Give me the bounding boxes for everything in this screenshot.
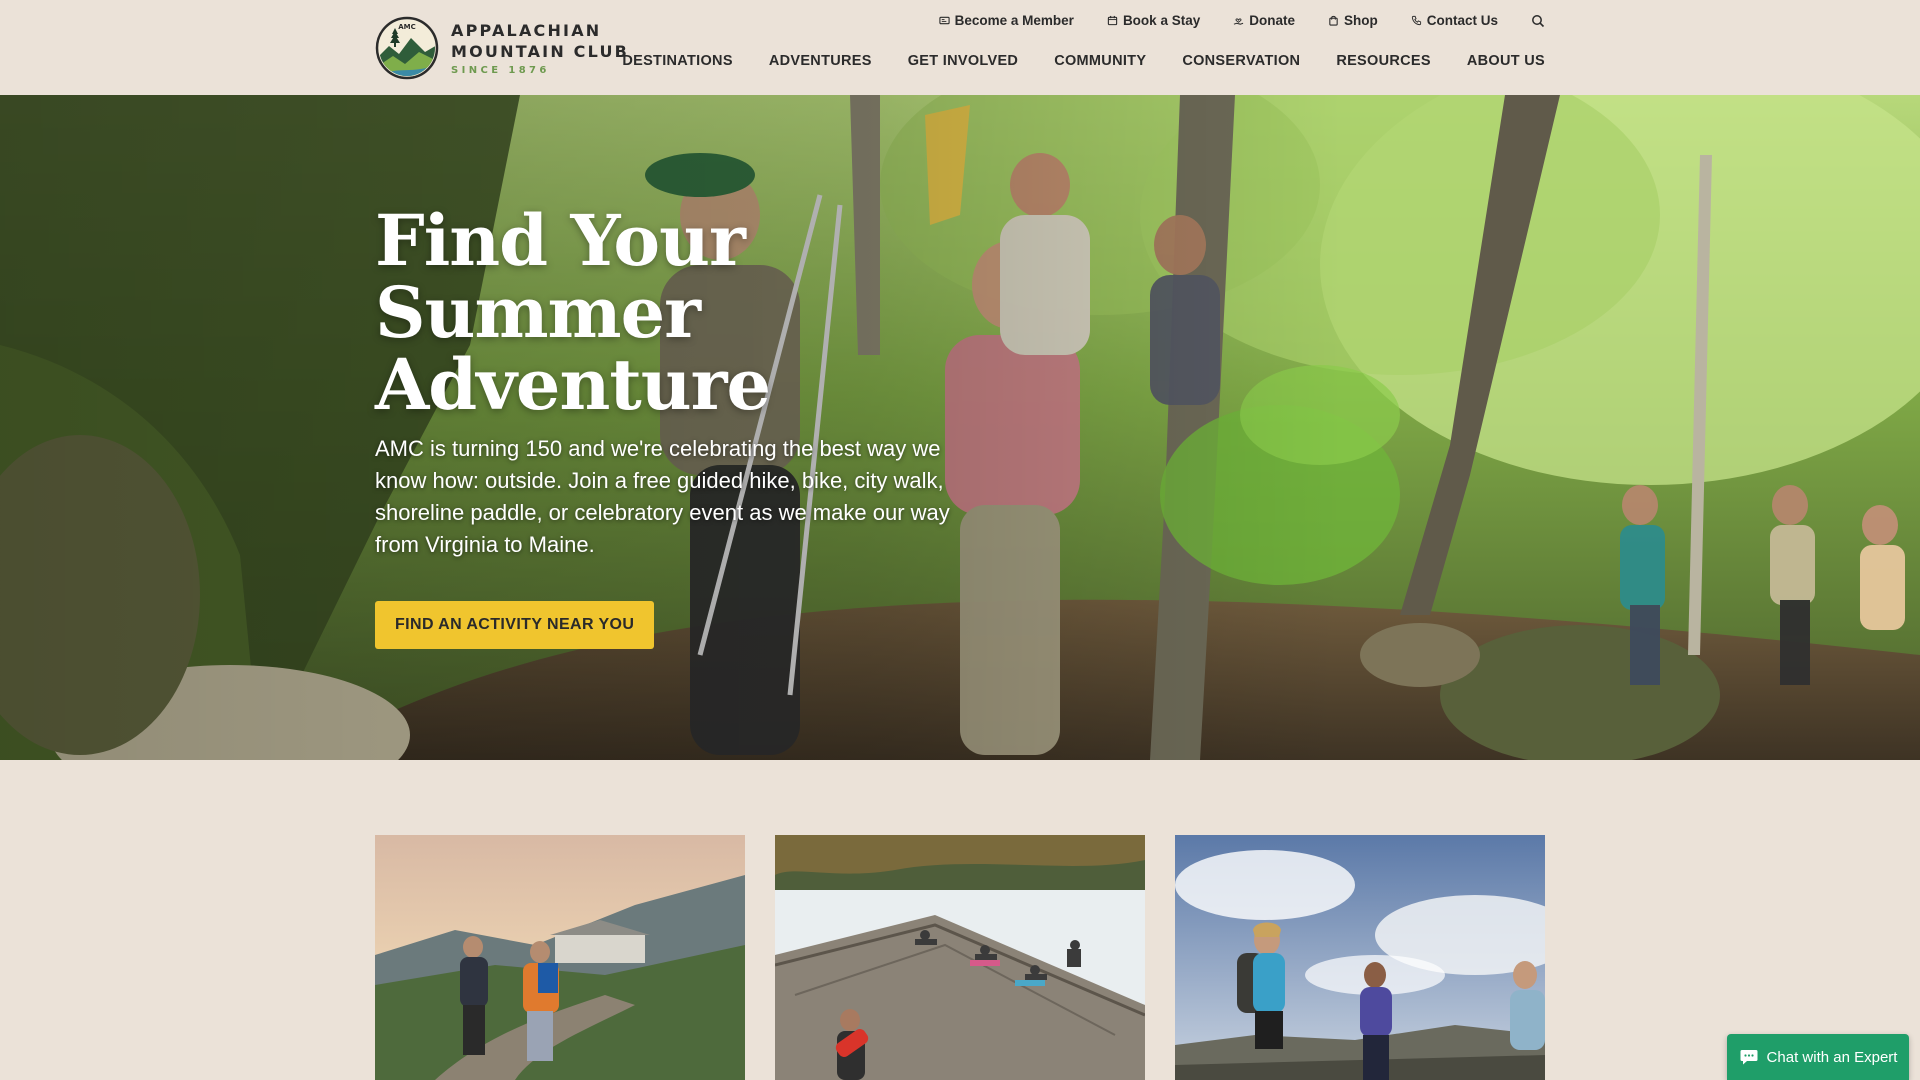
shop-label: Shop: [1343, 13, 1378, 28]
hero-body: AMC is turning 150 and we're celebrating…: [375, 436, 950, 557]
calendar-icon: [1107, 15, 1118, 26]
nav-resources[interactable]: RESOURCES: [1336, 53, 1431, 69]
nav-adventures[interactable]: ADVENTURES: [769, 53, 872, 69]
card-yoga-dock[interactable]: [775, 835, 1145, 1080]
card-summit-hikers[interactable]: [1175, 835, 1545, 1080]
contact-link[interactable]: Contact Us: [1411, 13, 1498, 28]
search-icon: [1532, 14, 1545, 27]
hand-heart-icon: [1233, 18, 1244, 25]
brand-since: SINCE 1876: [451, 65, 550, 76]
chat-with-expert-button[interactable]: Chat with an Expert: [1727, 1034, 1909, 1080]
chat-bubble-icon: [1740, 1050, 1758, 1065]
nav-get-involved[interactable]: GET INVOLVED: [908, 53, 1018, 69]
find-activity-button[interactable]: FIND AN ACTIVITY NEAR YOU: [375, 601, 655, 649]
book-stay-label: Book a Stay: [1122, 13, 1201, 28]
nav-conservation[interactable]: CONSERVATION: [1182, 53, 1300, 69]
hero-content: Find Your Summer Adventure AMC is turnin…: [375, 205, 955, 649]
feature-cards: [375, 835, 1545, 1080]
hikers-on-mountain-trail-photo: [375, 835, 745, 1080]
shopping-bag-icon: [1329, 15, 1338, 26]
phone-icon: [1411, 15, 1421, 26]
hikers-on-summit-photo: [1175, 835, 1545, 1080]
amc-seal-icon: AMC: [375, 16, 439, 80]
seal-text: AMC: [398, 23, 416, 31]
amc-logo[interactable]: AMC APPALACHIAN MOUNTAIN CLUB SINCE 1876: [375, 16, 629, 80]
become-member-label: Become a Member: [954, 13, 1074, 28]
shop-link[interactable]: Shop: [1328, 13, 1378, 28]
nav-community[interactable]: COMMUNITY: [1054, 53, 1146, 69]
card-hikers-trail[interactable]: [375, 835, 745, 1080]
utility-nav: Become a Member Book a Stay Donate Shop …: [938, 13, 1545, 28]
chat-label: Chat with an Expert: [1766, 1048, 1898, 1066]
book-stay-link[interactable]: Book a Stay: [1107, 13, 1200, 28]
donate-label: Donate: [1249, 13, 1295, 28]
hero-section: Find Your Summer Adventure AMC is turnin…: [0, 95, 1920, 760]
brand-line-2: MOUNTAIN CLUB: [451, 42, 630, 61]
main-nav: DESTINATIONS ADVENTURES GET INVOLVED COM…: [622, 53, 1545, 69]
hero-title: Find Your Summer Adventure: [375, 199, 771, 426]
hero-overlay: [0, 95, 1920, 760]
contact-label: Contact Us: [1426, 13, 1498, 28]
donate-link[interactable]: Donate: [1233, 13, 1295, 28]
search-button[interactable]: [1531, 14, 1545, 28]
site-header: AMC APPALACHIAN MOUNTAIN CLUB SINCE 1876…: [0, 0, 1920, 95]
yoga-on-lake-dock-photo: [775, 835, 1145, 1080]
nav-destinations[interactable]: DESTINATIONS: [622, 53, 732, 69]
nav-about-us[interactable]: ABOUT US: [1467, 53, 1545, 69]
membership-card-icon: [938, 16, 950, 25]
brand-line-1: APPALACHIAN: [451, 21, 602, 40]
become-member-link[interactable]: Become a Member: [938, 13, 1074, 28]
